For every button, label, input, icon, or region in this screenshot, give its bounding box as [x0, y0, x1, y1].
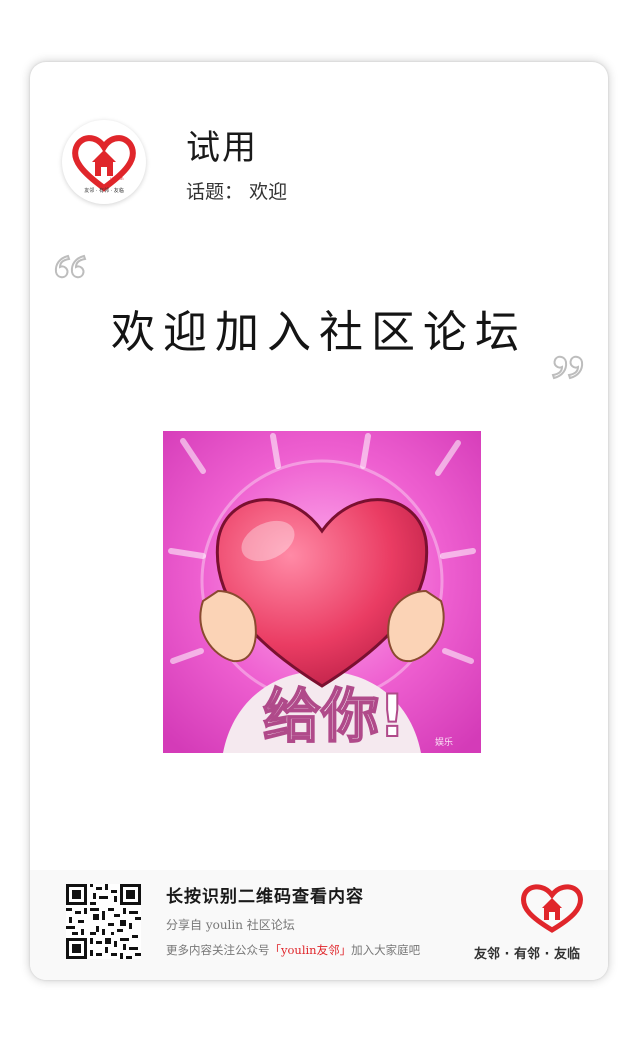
topic-line[interactable]: 话题： 欢迎 [186, 177, 287, 204]
follow-account-text: 更多内容关注公众号「youlin友邻」加入大家庭吧 [166, 942, 420, 958]
topic-value: 欢迎 [249, 181, 288, 203]
follow-suffix: 加入大家庭吧 [351, 943, 421, 957]
qr-instruction: 长按识别二维码查看内容 [166, 887, 364, 907]
post-card: youlin 友邻 · 有邻 · 友临 试用 话题： 欢迎 欢迎加入社区论坛 给… [30, 62, 608, 980]
qr-code-icon[interactable] [66, 884, 141, 959]
share-footer: 长按识别二维码查看内容 分享自 youlin 社区论坛 更多内容关注公众号「yo… [30, 870, 608, 980]
official-account-name: 「youlin友邻」 [269, 943, 352, 957]
share-source: 分享自 youlin 社区论坛 [166, 918, 295, 932]
heart-meme-image[interactable]: 给你! 娱乐 [163, 431, 481, 753]
follow-prefix: 更多内容关注公众号 [166, 943, 270, 957]
avatar-tagline: 友邻 · 有邻 · 友临 [84, 187, 124, 194]
meme-caption: 给你! [263, 682, 405, 750]
post-headline: 欢迎加入社区论坛 [111, 307, 527, 358]
brand-heart-logo-icon [521, 884, 583, 933]
avatar-brand: youlin [110, 176, 124, 182]
heart-home-logo-icon: youlin 友邻 · 有邻 · 友临 [72, 135, 136, 194]
avatar[interactable]: youlin 友邻 · 有邻 · 友临 [62, 120, 146, 204]
brand-slogan: 友邻 · 有邻 · 友临 [474, 947, 580, 962]
open-quote-icon [54, 254, 87, 279]
meme-watermark: 娱乐 [435, 736, 453, 748]
topic-label: 话题： [186, 181, 244, 203]
post-title: 试用 [186, 128, 258, 168]
